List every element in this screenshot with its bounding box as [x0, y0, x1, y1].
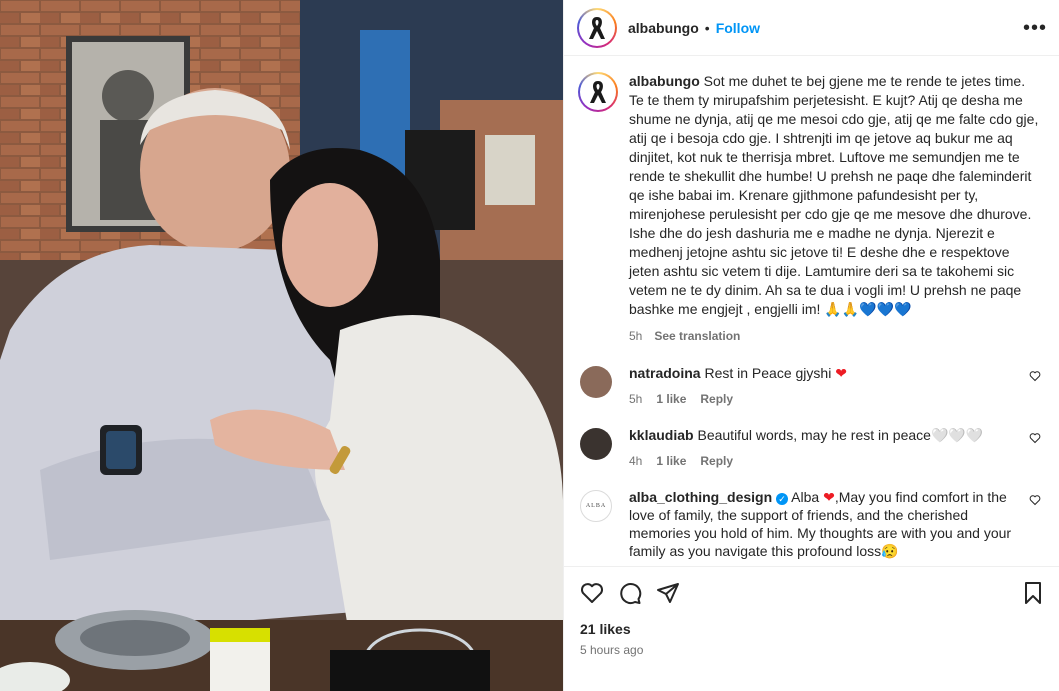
comments-scroll[interactable]: albabungo Sot me duhet te bej gjene me t…	[564, 56, 1059, 566]
comment-text: Rest in Peace gjyshi	[704, 365, 832, 381]
heart-icon[interactable]	[580, 581, 604, 605]
commenter-username[interactable]: alba_clothing_design	[629, 489, 772, 505]
more-options-icon[interactable]: •••	[1023, 18, 1047, 38]
comment-emoji: ❤	[835, 365, 847, 381]
caption-text: Sot me duhet te bej gjene me te rende te…	[629, 73, 1039, 317]
comment-item: kklaudiab Beautiful words, may he rest i…	[578, 426, 1043, 470]
post-photo[interactable]	[0, 0, 563, 691]
commenter-username[interactable]: kklaudiab	[629, 427, 694, 443]
black-ribbon-icon	[590, 81, 606, 103]
comment-like-heart-icon[interactable]	[1029, 432, 1041, 444]
see-translation-button[interactable]: See translation	[654, 327, 740, 346]
commenter-avatar[interactable]	[580, 366, 612, 398]
caption-avatar[interactable]	[578, 72, 618, 112]
share-icon[interactable]	[656, 581, 680, 605]
instagram-post: albabungo • Follow ••• albabungo Sot me …	[0, 0, 1059, 691]
comment-like-heart-icon[interactable]	[1029, 370, 1041, 382]
comment-end-emoji: 😥	[881, 543, 899, 559]
reply-button[interactable]: Reply	[700, 452, 733, 470]
comment-time[interactable]: 4h	[629, 452, 642, 470]
bookmark-icon[interactable]	[1021, 581, 1045, 605]
caption: albabungo Sot me duhet te bej gjene me t…	[578, 72, 1043, 346]
brand-logo-text: ALBA	[585, 503, 607, 509]
comment-emoji: 🤍🤍🤍	[930, 427, 984, 443]
comment-emoji: ❤	[823, 489, 835, 505]
caption-username[interactable]: albabungo	[629, 73, 700, 89]
comment-text: Beautiful words, may he rest in peace	[697, 427, 931, 443]
black-ribbon-icon	[589, 16, 605, 39]
post-timestamp[interactable]: 5 hours ago	[580, 643, 1045, 657]
commenter-username[interactable]: natradoina	[629, 365, 701, 381]
comment-text-prefix: Alba	[791, 489, 820, 505]
commenter-avatar[interactable]	[580, 428, 612, 460]
comment-likes[interactable]: 1 like	[656, 452, 686, 470]
likes-count[interactable]: 21 likes	[580, 621, 1045, 637]
commenter-avatar[interactable]: ALBA	[580, 490, 612, 522]
caption-time[interactable]: 5h	[629, 327, 642, 346]
reply-button[interactable]: Reply	[700, 390, 733, 408]
comment-item: natradoina Rest in Peace gjyshi ❤ 5h 1 l…	[578, 364, 1043, 408]
comment-time[interactable]: 5h	[629, 390, 642, 408]
comment-icon[interactable]	[618, 581, 642, 605]
caption-emojis: 🙏🙏💙💙💙	[824, 301, 912, 317]
post-actions: 21 likes 5 hours ago	[564, 566, 1059, 657]
author-avatar[interactable]	[577, 7, 617, 48]
separator-dot: •	[704, 19, 710, 36]
author-username[interactable]: albabungo	[628, 20, 699, 36]
post-details-panel: albabungo • Follow ••• albabungo Sot me …	[563, 0, 1059, 691]
comment-like-heart-icon[interactable]	[1029, 494, 1041, 506]
post-header: albabungo • Follow •••	[564, 0, 1059, 56]
comment-likes[interactable]: 1 like	[656, 390, 686, 408]
follow-button[interactable]: Follow	[716, 20, 760, 36]
comment-item: ALBA alba_clothing_design ✓ Alba ❤,May y…	[578, 488, 1043, 560]
verified-badge-icon: ✓	[776, 493, 789, 505]
